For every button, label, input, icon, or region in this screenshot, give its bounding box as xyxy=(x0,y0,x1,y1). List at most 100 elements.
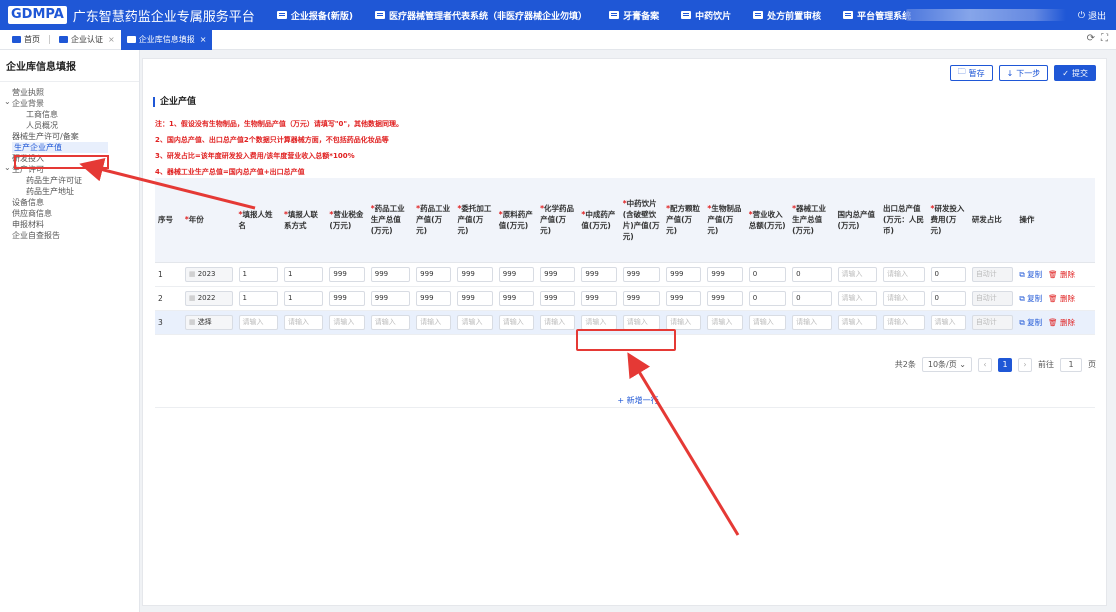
table-input[interactable]: 请输入 xyxy=(748,314,787,330)
submit-button[interactable]: ✓ 提交 xyxy=(1054,65,1096,81)
table-input[interactable]: 请输入 xyxy=(666,314,702,330)
table-input[interactable]: 1 xyxy=(283,290,324,306)
table-input[interactable]: 请输入 xyxy=(498,314,535,330)
table-input[interactable]: 999 xyxy=(416,266,452,282)
table-input[interactable]: 请输入 xyxy=(416,314,452,330)
year-picker[interactable]: ▦ 2023 xyxy=(184,266,233,282)
copy-row-button[interactable]: ⧉ 复制 xyxy=(1019,269,1042,280)
save-draft-button[interactable]: 🗀 暂存 xyxy=(949,65,993,81)
table-input[interactable]: 请输入 xyxy=(622,314,661,330)
table-input[interactable]: 请输入 xyxy=(238,314,278,330)
table-input[interactable]: 0 xyxy=(792,266,832,282)
table-input[interactable]: 999 xyxy=(416,290,452,306)
table-input[interactable]: 999 xyxy=(540,290,576,306)
goto-label: 前往 xyxy=(1038,360,1054,369)
table-input[interactable]: 999 xyxy=(540,266,576,282)
nav-item-enterprise-filing[interactable]: 企业报备(新版) xyxy=(276,9,353,22)
nav-item-prescription[interactable]: 处方前置审核 xyxy=(753,9,821,22)
table-input[interactable]: 请输入 xyxy=(329,314,365,330)
page-size-select[interactable]: 10条/页 ⌄ xyxy=(921,357,972,372)
table-input[interactable]: 请输入 xyxy=(370,314,411,330)
table-input[interactable]: 请输入 xyxy=(837,290,877,306)
table-input[interactable]: 请输入 xyxy=(707,314,743,330)
sidebar-item-supplier[interactable]: 供应商信息 xyxy=(0,208,139,219)
logout-button[interactable]: ⏻ 退出 xyxy=(1078,9,1106,23)
tab-home[interactable]: 首页 xyxy=(6,30,46,50)
table-input[interactable]: 999 xyxy=(707,290,743,306)
table-input[interactable]: 0 xyxy=(930,266,966,282)
year-picker[interactable]: ▦ 2022 xyxy=(184,290,233,306)
input-cell: 999 xyxy=(367,286,414,311)
table-input[interactable]: 999 xyxy=(622,266,661,282)
sidebar-item-staff[interactable]: 人员概况 xyxy=(0,120,139,131)
table-input[interactable]: 0 xyxy=(748,290,787,306)
sidebar-item-self-inspection[interactable]: 企业自查报告 xyxy=(0,230,139,241)
nav-item-herbal[interactable]: 中药饮片 xyxy=(681,9,731,22)
sidebar-item-device-license[interactable]: 器械生产许可/备案 xyxy=(0,131,139,142)
table-input[interactable]: 999 xyxy=(498,290,535,306)
table-input[interactable]: 请输入 xyxy=(792,314,832,330)
sidebar-item-background[interactable]: 企业背景 xyxy=(0,98,139,109)
nav-item-toothpaste[interactable]: 牙膏备案 xyxy=(609,9,659,22)
goto-page-input[interactable]: 1 xyxy=(1060,357,1082,372)
delete-row-button[interactable]: 🗑 删除 xyxy=(1048,269,1075,280)
delete-row-button[interactable]: 🗑 删除 xyxy=(1048,317,1075,328)
next-page-button[interactable]: › xyxy=(1018,357,1032,372)
table-input[interactable]: 999 xyxy=(457,290,493,306)
tab-enterprise-auth[interactable]: 企业认证 × xyxy=(53,30,121,50)
table-input[interactable]: 请输入 xyxy=(457,314,493,330)
table-input[interactable]: 999 xyxy=(370,290,411,306)
sidebar-item-equipment[interactable]: 设备信息 xyxy=(0,197,139,208)
input-cell: 1 xyxy=(235,286,281,311)
fullscreen-icon[interactable]: ⛶ xyxy=(1101,33,1108,44)
table-input[interactable]: 999 xyxy=(666,290,702,306)
table-input[interactable]: 请输入 xyxy=(581,314,617,330)
year-picker[interactable]: ▦ 选择 xyxy=(184,314,233,330)
sidebar-item-materials[interactable]: 申报材料 xyxy=(0,219,139,230)
table-input[interactable]: 999 xyxy=(666,266,702,282)
table-input[interactable]: 0 xyxy=(748,266,787,282)
table-input[interactable]: 999 xyxy=(581,290,617,306)
table-input[interactable]: 1 xyxy=(238,266,278,282)
copy-row-button[interactable]: ⧉ 复制 xyxy=(1019,317,1042,328)
close-icon[interactable]: × xyxy=(108,35,115,44)
table-input[interactable]: 999 xyxy=(370,266,411,282)
sidebar-item-output-value[interactable]: 生产企业产值 xyxy=(12,142,108,153)
table-input[interactable]: 999 xyxy=(581,266,617,282)
tab-enterprise-info[interactable]: 企业库信息填报 × xyxy=(120,29,213,50)
table-input[interactable]: 请输入 xyxy=(882,290,925,306)
table-input[interactable]: 请输入 xyxy=(837,314,877,330)
sidebar-item-drug-address[interactable]: 药品生产地址 xyxy=(0,186,139,197)
table-input[interactable]: 999 xyxy=(457,266,493,282)
sidebar-item-business-info[interactable]: 工商信息 xyxy=(0,109,139,120)
table-input[interactable]: 1 xyxy=(283,266,324,282)
table-input[interactable]: 请输入 xyxy=(283,314,324,330)
table-input[interactable]: 999 xyxy=(329,290,365,306)
refresh-icon[interactable]: ⟳ xyxy=(1087,33,1095,44)
rd-ratio-field: 自动计 xyxy=(971,266,1014,282)
table-input[interactable]: 请输入 xyxy=(882,266,925,282)
table-row: 1 ▦ 2023 1 1 999 999 999 999 999 999 999 999 999 999 0… xyxy=(155,262,1095,287)
table-input[interactable]: 1 xyxy=(238,290,278,306)
table-input[interactable]: 0 xyxy=(930,290,966,306)
table-input[interactable]: 999 xyxy=(498,266,535,282)
table-input[interactable]: 请输入 xyxy=(882,314,925,330)
delete-row-button[interactable]: 🗑 删除 xyxy=(1048,293,1075,304)
prev-page-button[interactable]: ‹ xyxy=(978,357,992,372)
nav-item-platform[interactable]: 平台管理系统 xyxy=(843,9,911,22)
copy-row-button[interactable]: ⧉ 复制 xyxy=(1019,293,1042,304)
table-input[interactable]: 请输入 xyxy=(837,266,877,282)
nav-item-device-rep[interactable]: 医疗器械管理者代表系统（非医疗器械企业勿填） xyxy=(375,9,587,22)
sidebar-item-drug-license[interactable]: 药品生产许可证 xyxy=(0,175,139,186)
table-input[interactable]: 请输入 xyxy=(540,314,576,330)
table-input[interactable]: 0 xyxy=(792,290,832,306)
next-step-button[interactable]: ↓ 下一步 xyxy=(998,65,1049,81)
close-icon[interactable]: × xyxy=(200,35,207,44)
sidebar-item-business-license[interactable]: 营业执照 xyxy=(0,87,139,98)
add-row-button[interactable]: + 新增一行 xyxy=(593,394,683,412)
page-number[interactable]: 1 xyxy=(998,357,1012,372)
table-input[interactable]: 999 xyxy=(329,266,365,282)
table-input[interactable]: 999 xyxy=(707,266,743,282)
table-input[interactable]: 999 xyxy=(622,290,661,306)
table-input[interactable]: 请输入 xyxy=(930,314,966,330)
